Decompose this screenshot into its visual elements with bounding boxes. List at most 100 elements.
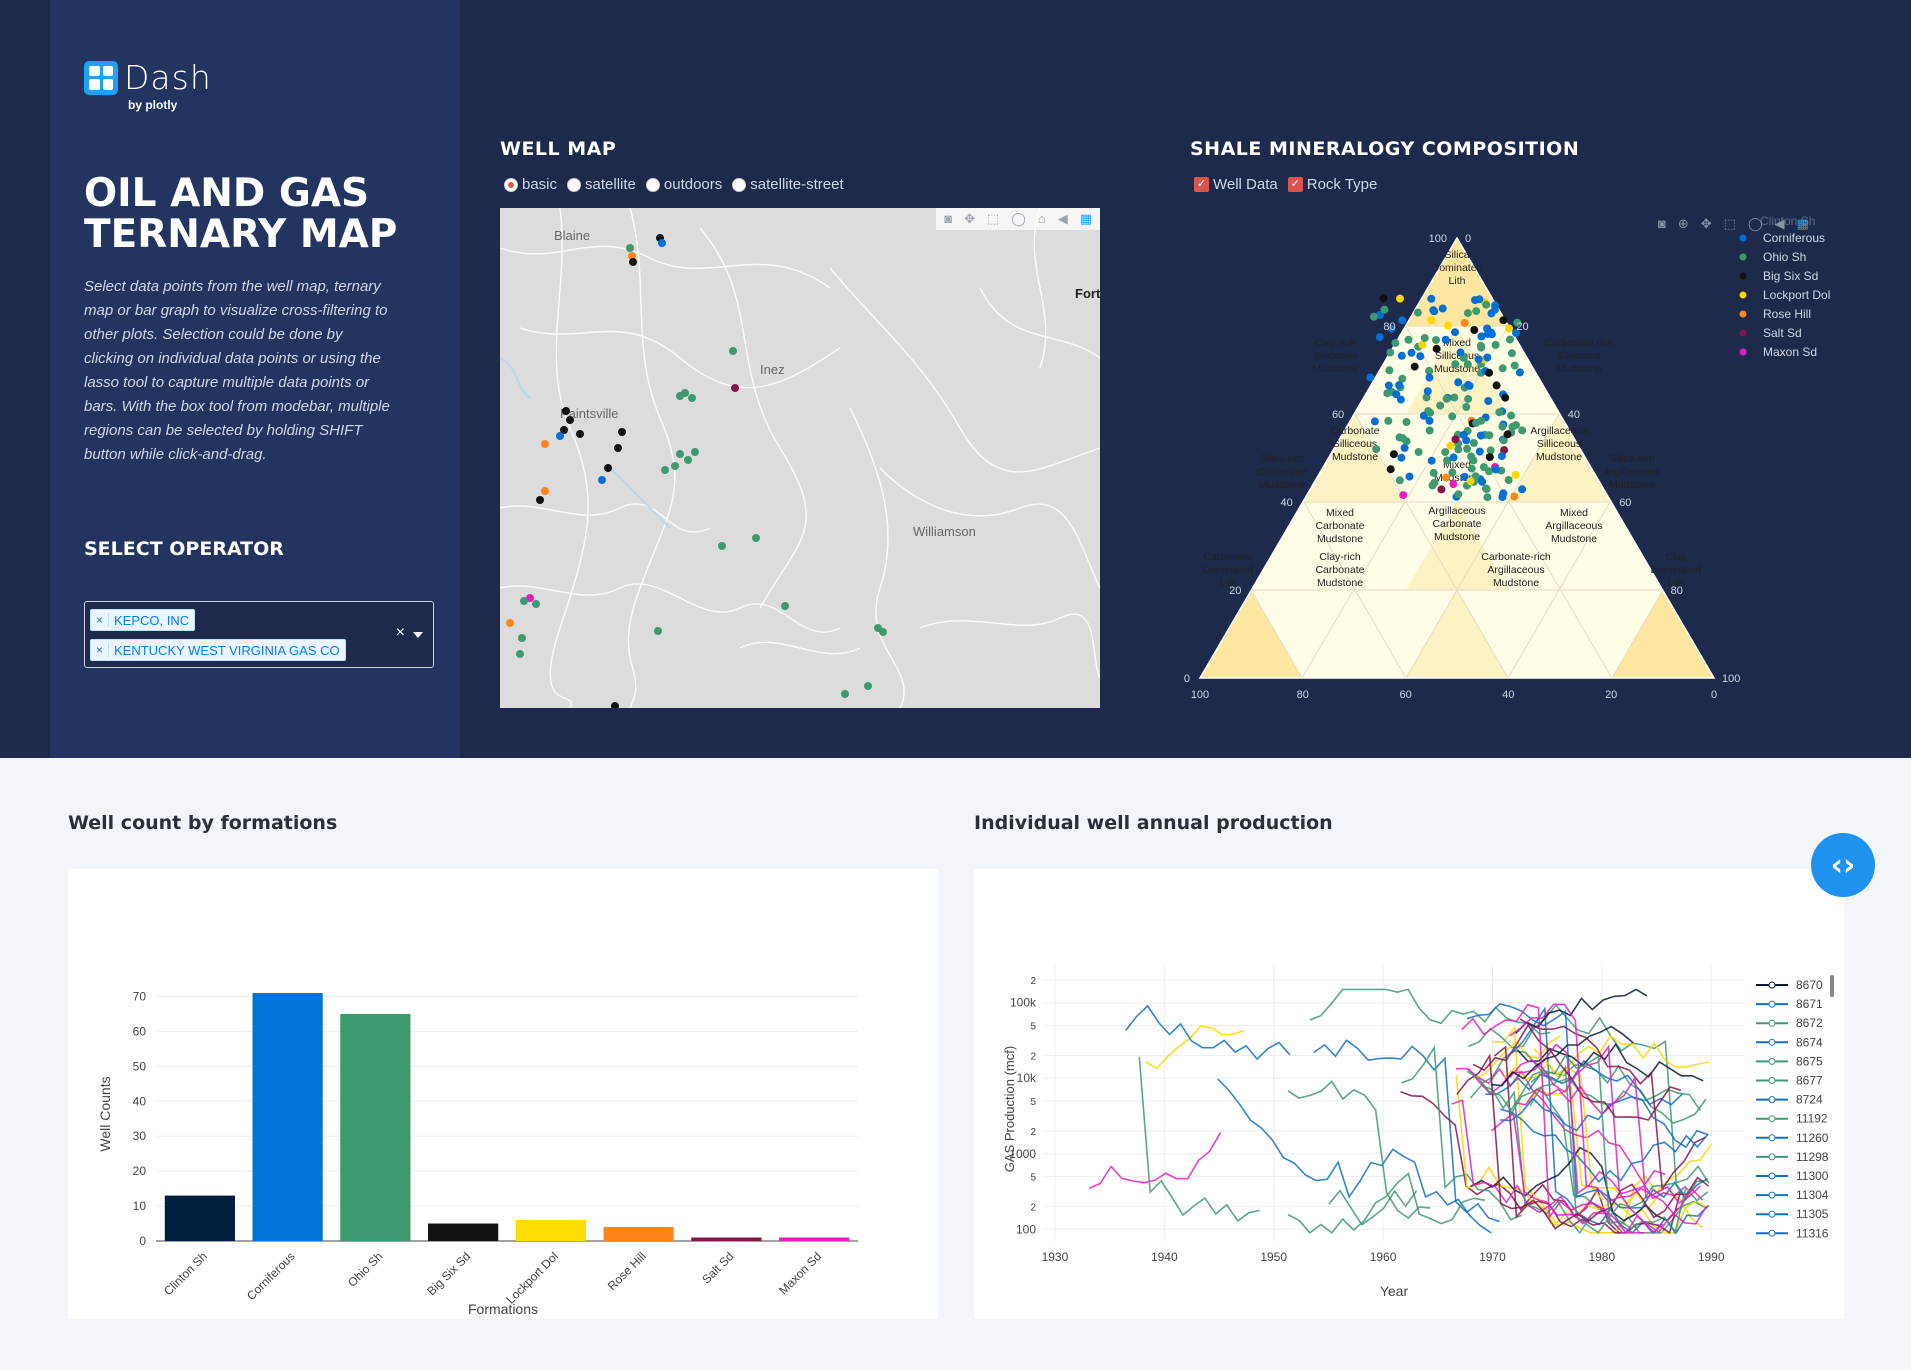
legend-item-label[interactable]: Rose Hill	[1763, 307, 1811, 321]
ternary-point[interactable]	[1456, 348, 1465, 357]
legend-item-label[interactable]: 8672	[1796, 1016, 1823, 1030]
legend-item-label[interactable]: 11192	[1796, 1112, 1828, 1126]
ternary-point[interactable]	[1482, 484, 1490, 493]
ternary-point[interactable]	[1491, 301, 1500, 310]
ternary-point[interactable]	[1398, 316, 1407, 325]
ternary-point[interactable]	[1414, 448, 1423, 456]
view-code-button[interactable]: ‹›	[1811, 833, 1875, 897]
ternary-point[interactable]	[1402, 437, 1411, 446]
radio-icon[interactable]	[732, 177, 747, 192]
ternary-point[interactable]	[1497, 452, 1506, 461]
ternary-point[interactable]	[1372, 445, 1381, 454]
ternary-point[interactable]	[1427, 456, 1436, 465]
pan-icon[interactable]: ✥	[1701, 216, 1712, 232]
ternary-point[interactable]	[1469, 456, 1478, 465]
ternary-point[interactable]	[1404, 335, 1413, 344]
ternary-point[interactable]	[1467, 464, 1476, 473]
legend-scrollbar[interactable]	[1830, 975, 1834, 997]
legend-item-label[interactable]: 11316	[1796, 1226, 1829, 1240]
ternary-point[interactable]	[1442, 394, 1451, 403]
ternary-point[interactable]	[1441, 448, 1450, 457]
ternary-point[interactable]	[1505, 324, 1513, 333]
ternary-point[interactable]	[1459, 430, 1468, 439]
ternary-point[interactable]	[1448, 412, 1457, 421]
legend-item-label[interactable]: 8675	[1796, 1054, 1823, 1068]
ternary-point[interactable]	[1379, 294, 1388, 303]
ternary-point[interactable]	[1469, 439, 1478, 447]
ternary-point[interactable]	[1486, 446, 1495, 455]
ternary-point[interactable]	[1501, 393, 1510, 402]
ternary-point[interactable]	[1449, 480, 1458, 489]
ternary-point[interactable]	[1495, 408, 1504, 417]
legend-item-label[interactable]: 8724	[1796, 1093, 1823, 1107]
home-icon[interactable]: ⌂	[1038, 211, 1046, 227]
ternary-point[interactable]	[1464, 395, 1473, 403]
operator-tag[interactable]: × KENTUCKY WEST VIRGINIA GAS CO	[90, 639, 346, 661]
ternary-canvas[interactable]: Silica Dominated LithClay rich Silliceous Mu…	[1180, 208, 1870, 718]
legend-item-label[interactable]: 11260	[1796, 1131, 1829, 1145]
bar[interactable]	[779, 1237, 850, 1241]
ternary-point[interactable]	[1510, 492, 1519, 501]
ternary-point[interactable]	[1506, 335, 1514, 344]
ternary-point[interactable]	[1426, 408, 1435, 417]
ternary-legend[interactable]: CorniferousOhio ShBig Six SdLockport Dol…	[1739, 231, 1831, 359]
ternary-point[interactable]	[1474, 355, 1483, 364]
ternary-point[interactable]	[1475, 447, 1484, 456]
ternary-point[interactable]	[1515, 368, 1524, 377]
legend-item-label[interactable]: Salt Sd	[1763, 326, 1802, 340]
ternary-point[interactable]	[1476, 341, 1485, 350]
ternary-point[interactable]	[1507, 349, 1516, 358]
box-select-icon[interactable]: ⬚	[987, 211, 999, 227]
line-legend[interactable]: 8670 8671 8672 8674 8675 8677 8724 11192 11260 11…	[1756, 978, 1829, 1240]
ternary-point[interactable]	[1518, 485, 1527, 494]
ternary-point[interactable]	[1483, 353, 1492, 362]
ternary-point[interactable]	[1397, 351, 1406, 360]
bar[interactable]	[603, 1227, 674, 1241]
legend-item-label[interactable]: 8671	[1796, 997, 1823, 1011]
ternary-point[interactable]	[1427, 316, 1436, 325]
ternary-point[interactable]	[1463, 309, 1472, 318]
ternary-point[interactable]	[1430, 478, 1439, 487]
ternary-point[interactable]	[1476, 431, 1485, 440]
ternary-point[interactable]	[1413, 308, 1422, 317]
ternary-point[interactable]	[1454, 378, 1463, 387]
ternary-point[interactable]	[1485, 368, 1494, 377]
production-trace[interactable]	[1145, 1025, 1245, 1070]
legend-item-label[interactable]: 11304	[1796, 1188, 1829, 1202]
bar[interactable]	[515, 1220, 586, 1241]
zoom-icon[interactable]: ⊕	[1678, 216, 1689, 232]
pan-icon[interactable]: ✥	[964, 211, 975, 227]
ternary-point[interactable]	[1482, 300, 1491, 309]
bar[interactable]	[340, 1013, 411, 1241]
ternary-point[interactable]	[1462, 403, 1471, 411]
legend-item-label[interactable]: Ohio Sh	[1763, 250, 1806, 264]
ternary-point[interactable]	[1507, 411, 1516, 420]
operator-tag[interactable]: × KEPCO, INC	[90, 609, 196, 631]
production-trace[interactable]	[1287, 1080, 1431, 1220]
legend-item-label[interactable]: Lockport Dol	[1763, 288, 1830, 302]
ternary-point[interactable]	[1451, 328, 1459, 337]
plotly-logo-icon[interactable]: ▦	[1797, 216, 1809, 232]
ternary-point[interactable]	[1432, 336, 1440, 344]
ternary-point[interactable]	[1463, 360, 1472, 369]
production-trace[interactable]	[1217, 1078, 1492, 1234]
legend-item-label[interactable]: Maxon Sd	[1763, 345, 1817, 359]
ternary-point[interactable]	[1375, 333, 1384, 342]
bar[interactable]	[691, 1237, 762, 1241]
ternary-point[interactable]	[1437, 485, 1446, 494]
radio-icon[interactable]	[504, 177, 518, 192]
ternary-point[interactable]	[1448, 468, 1457, 477]
ternary-point[interactable]	[1395, 381, 1404, 390]
ternary-point[interactable]	[1512, 421, 1520, 429]
ternary-point[interactable]	[1370, 417, 1379, 426]
ternary-point[interactable]	[1451, 360, 1460, 369]
ternary-point[interactable]	[1491, 465, 1500, 474]
map-style-option[interactable]: satellite	[567, 176, 636, 193]
operator-dropdown[interactable]: × KEPCO, INC × KENTUCKY WEST VIRGINIA GA…	[84, 601, 434, 668]
ternary-point[interactable]	[1491, 340, 1500, 349]
ternary-point[interactable]	[1485, 453, 1494, 462]
ternary-point[interactable]	[1396, 395, 1405, 404]
lasso-icon[interactable]: ◯	[1011, 211, 1026, 227]
ternary-point[interactable]	[1484, 397, 1493, 405]
bar[interactable]	[252, 992, 323, 1241]
